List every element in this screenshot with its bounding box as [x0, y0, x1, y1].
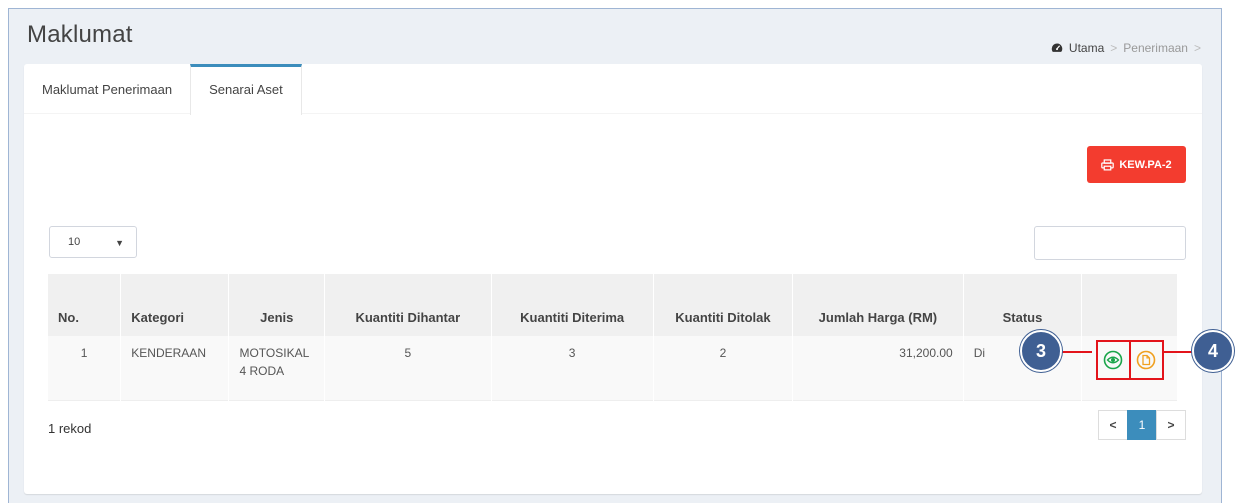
header-kategori[interactable]: Kategori — [120, 274, 230, 336]
cell-jenis: MOTOSIKAL 4 RODA — [228, 336, 326, 400]
breadcrumb-separator: > — [1193, 41, 1201, 55]
breadcrumb-current: Penerimaan — [1123, 41, 1188, 55]
table-row: 1 KENDERAAN MOTOSIKAL 4 RODA 5 3 2 31,20… — [48, 336, 1178, 400]
callout-connector — [1164, 351, 1194, 353]
document-button[interactable] — [1128, 340, 1164, 380]
app-frame: Maklumat Utama > Penerimaan > Maklumat P… — [8, 8, 1222, 503]
tab-maklumat-penerimaan[interactable]: Maklumat Penerimaan — [24, 64, 190, 114]
dashboard-icon — [1051, 43, 1063, 52]
pagination-page-1[interactable]: 1 — [1127, 410, 1157, 440]
content-box: Maklumat Penerimaan Senarai Aset KEW.PA-… — [24, 64, 1202, 494]
table-header-row: No. Kategori Jenis Kuantiti Dihantar Kua… — [48, 274, 1178, 336]
cell-kategori: KENDERAAN — [120, 336, 230, 400]
pagination-prev-button[interactable]: < — [1098, 410, 1128, 440]
chevron-right-icon: > — [1167, 418, 1175, 432]
page-length-value: 10 — [68, 236, 81, 248]
cell-no: 1 — [48, 336, 122, 400]
page-title: Maklumat — [27, 21, 133, 48]
view-button[interactable] — [1095, 340, 1131, 380]
pagination-next-button[interactable]: > — [1156, 410, 1186, 440]
eye-icon — [1103, 350, 1123, 370]
asset-table: No. Kategori Jenis Kuantiti Dihantar Kua… — [48, 274, 1178, 401]
cell-kuantiti-dihantar: 5 — [324, 336, 492, 400]
caret-down-icon: ▼ — [115, 238, 124, 248]
cell-kuantiti-diterima: 3 — [491, 336, 654, 400]
callout-marker-document: 4 — [1192, 330, 1234, 372]
cell-actions — [1081, 336, 1178, 400]
cell-kuantiti-ditolak: 2 — [653, 336, 794, 400]
action-group — [1092, 340, 1167, 380]
record-count: 1 rekod — [48, 421, 92, 436]
header-kuantiti-diterima[interactable]: Kuantiti Diterima — [491, 274, 654, 336]
print-kew-pa-2-button[interactable]: KEW.PA-2 — [1087, 146, 1186, 183]
cell-jumlah-harga: 31,200.00 — [792, 336, 964, 400]
header-kuantiti-dihantar[interactable]: Kuantiti Dihantar — [324, 274, 492, 336]
document-icon — [1136, 350, 1156, 370]
header-jenis[interactable]: Jenis — [228, 274, 326, 336]
callout-marker-view: 3 — [1020, 330, 1062, 372]
chevron-left-icon: < — [1109, 418, 1117, 432]
breadcrumb-home[interactable]: Utama — [1069, 41, 1104, 55]
page-length-select[interactable]: 10 ▼ — [49, 226, 137, 258]
header-actions — [1081, 274, 1178, 336]
header-status[interactable]: Status — [963, 274, 1083, 336]
callout-connector — [1062, 351, 1092, 353]
header-no[interactable]: No. — [48, 274, 122, 336]
tab-bar: Maklumat Penerimaan Senarai Aset — [24, 64, 1202, 115]
header-jumlah-harga[interactable]: Jumlah Harga (RM) — [792, 274, 964, 336]
header-kuantiti-ditolak[interactable]: Kuantiti Ditolak — [653, 274, 794, 336]
print-icon — [1101, 158, 1115, 170]
search-input[interactable] — [1034, 226, 1186, 260]
pagination: < 1 > — [1098, 410, 1186, 440]
breadcrumb-separator: > — [1110, 41, 1118, 55]
print-button-label: KEW.PA-2 — [1119, 158, 1172, 171]
tab-senarai-aset[interactable]: Senarai Aset — [190, 64, 302, 115]
breadcrumb: Utama > Penerimaan > — [1051, 41, 1201, 55]
